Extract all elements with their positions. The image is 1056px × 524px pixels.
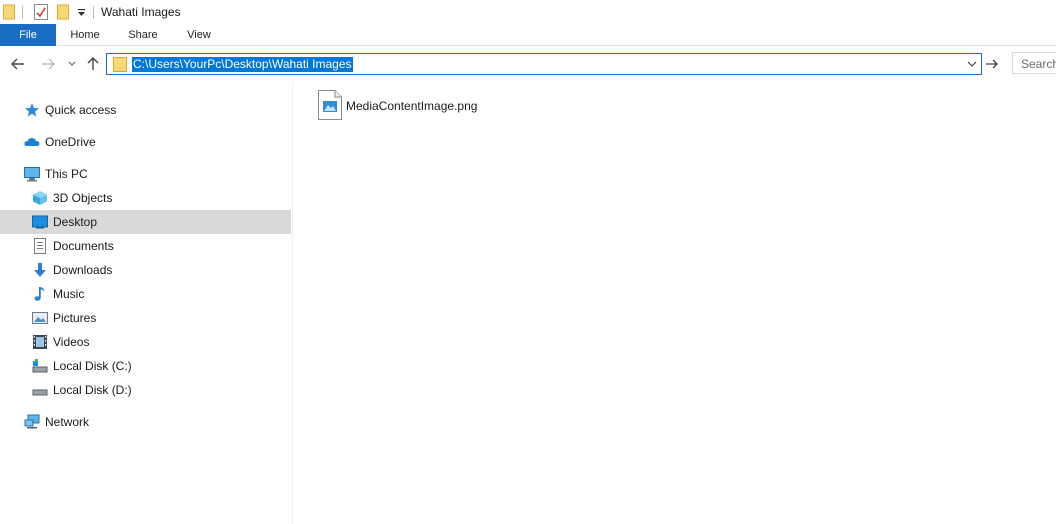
network-icon <box>24 414 40 430</box>
tab-view[interactable]: View <box>176 24 222 46</box>
arrow-left-icon <box>11 58 24 70</box>
sidebar-item-label: Network <box>45 415 90 429</box>
folder-icon[interactable] <box>3 4 15 23</box>
sidebar-item-network[interactable]: Network <box>0 410 291 434</box>
separator <box>93 6 94 19</box>
sidebar-item-label: Documents <box>53 239 114 253</box>
sidebar-item-desktop[interactable]: Desktop <box>0 210 291 234</box>
sidebar-item-pictures[interactable]: Pictures <box>0 306 291 330</box>
music-icon <box>32 286 48 302</box>
sidebar-item-label: This PC <box>45 167 88 181</box>
properties-icon[interactable] <box>34 4 48 23</box>
video-icon <box>32 334 48 350</box>
sidebar-item-label: Local Disk (D:) <box>53 383 132 397</box>
sidebar-item-music[interactable]: Music <box>0 282 291 306</box>
drive-icon <box>32 382 48 398</box>
customize-quick-access-icon[interactable] <box>77 7 86 21</box>
cube-icon <box>32 190 48 206</box>
arrow-right-icon <box>986 59 998 69</box>
file-item[interactable]: MediaContentImage.png <box>316 90 486 120</box>
tab-file[interactable]: File <box>0 24 56 46</box>
up-button[interactable] <box>83 54 103 74</box>
recent-locations-button[interactable] <box>62 54 82 74</box>
cloud-icon <box>24 134 40 150</box>
desktop-icon <box>32 214 48 230</box>
sidebar-item-label: Desktop <box>53 215 98 229</box>
sidebar-item-label: Videos <box>53 335 90 349</box>
navigation-pane: Quick access OneDrive This PC 3D Objects… <box>0 92 292 524</box>
sidebar-item-3d-objects[interactable]: 3D Objects <box>0 186 291 210</box>
window-title: Wahati Images <box>101 5 181 19</box>
sidebar-item-onedrive[interactable]: OneDrive <box>0 130 291 154</box>
computer-icon <box>24 166 40 182</box>
star-icon <box>24 102 40 118</box>
pictures-icon <box>32 310 48 326</box>
arrow-up-icon <box>87 57 99 70</box>
sidebar-item-label: OneDrive <box>45 135 96 149</box>
chevron-down-icon[interactable] <box>965 57 979 71</box>
search-box[interactable]: Search <box>1012 52 1056 74</box>
download-icon <box>32 262 48 278</box>
sidebar-item-local-disk-d[interactable]: Local Disk (D:) <box>0 378 291 402</box>
sidebar-item-this-pc[interactable]: This PC <box>0 162 291 186</box>
sidebar-item-label: Music <box>53 287 85 301</box>
pane-splitter[interactable] <box>292 82 293 524</box>
sidebar-item-label: Quick access <box>45 103 117 117</box>
address-path[interactable]: C:\Users\YourPc\Desktop\Wahati Images <box>132 57 353 72</box>
separator <box>22 6 23 19</box>
sidebar-item-label: Local Disk (C:) <box>53 359 132 373</box>
go-button[interactable] <box>984 55 1000 73</box>
sidebar-item-label: 3D Objects <box>53 191 113 205</box>
chevron-down-icon <box>68 61 76 66</box>
sidebar-item-videos[interactable]: Videos <box>0 330 291 354</box>
forward-button[interactable] <box>38 54 58 74</box>
sidebar-item-local-disk-c[interactable]: Local Disk (C:) <box>0 354 291 378</box>
sidebar-item-label: Pictures <box>53 311 97 325</box>
back-button[interactable] <box>8 54 28 74</box>
sidebar-item-documents[interactable]: Documents <box>0 234 291 258</box>
sidebar-item-quick-access[interactable]: Quick access <box>0 98 291 122</box>
drive-icon <box>32 358 48 374</box>
tab-share[interactable]: Share <box>120 24 166 46</box>
address-bar[interactable]: C:\Users\YourPc\Desktop\Wahati Images <box>106 53 982 75</box>
document-icon <box>32 238 48 254</box>
arrow-right-icon <box>42 58 55 70</box>
image-file-icon <box>318 90 342 123</box>
title-bar: Wahati Images <box>0 0 1056 24</box>
search-placeholder: Search <box>1021 57 1056 71</box>
file-name: MediaContentImage.png <box>346 99 478 113</box>
sidebar-item-label: Downloads <box>53 263 113 277</box>
tab-home[interactable]: Home <box>62 24 108 46</box>
new-folder-icon[interactable] <box>57 4 69 23</box>
folder-icon <box>113 57 127 75</box>
sidebar-item-downloads[interactable]: Downloads <box>0 258 291 282</box>
ribbon: File Home Share View <box>0 24 1056 46</box>
